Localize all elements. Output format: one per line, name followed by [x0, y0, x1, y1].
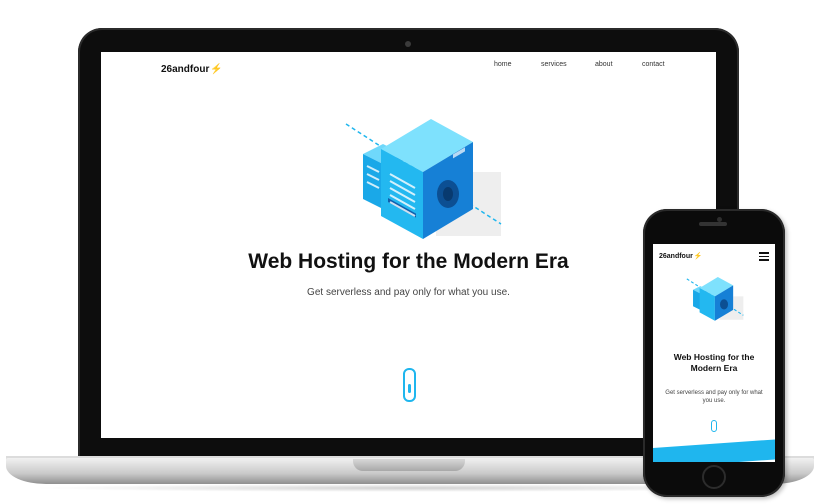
nav-services[interactable]: services: [541, 61, 567, 68]
bolt-icon: ⚡: [693, 253, 703, 260]
phone-footer-band: [653, 439, 775, 462]
phone-home-button[interactable]: [702, 465, 726, 489]
phone-server-cube-illustration: [686, 277, 744, 321]
scroll-wheel: [408, 384, 411, 393]
scroll-mouse-icon[interactable]: [403, 368, 416, 402]
hero-title: Web Hosting for the Modern Era: [248, 250, 569, 273]
server-cube-illustration: [345, 119, 502, 239]
laptop-notch: [353, 459, 465, 471]
nav-about[interactable]: about: [595, 61, 613, 68]
phone-site-logo[interactable]: 26andfour⚡: [659, 252, 703, 260]
laptop-screen: 26andfour⚡ home services about contact W…: [101, 52, 716, 438]
hamburger-menu-icon[interactable]: [759, 252, 769, 263]
nav-contact[interactable]: contact: [642, 61, 665, 68]
nav-home[interactable]: home: [494, 61, 512, 68]
site-logo[interactable]: 26andfour⚡: [161, 64, 223, 75]
phone-speaker: [699, 222, 727, 226]
hero-subtitle: Get serverless and pay only for what you…: [307, 287, 510, 298]
bolt-icon: ⚡: [210, 64, 223, 75]
phone-screen: 26andfour⚡ Web Hosting for the Modern Er…: [653, 244, 775, 462]
phone-hero-title: Web Hosting for the Modern Era: [673, 352, 755, 373]
phone-scroll-mouse-icon[interactable]: [711, 420, 717, 432]
phone-hero-subtitle: Get serverless and pay only for what you…: [665, 390, 763, 404]
laptop-camera: [405, 41, 411, 47]
